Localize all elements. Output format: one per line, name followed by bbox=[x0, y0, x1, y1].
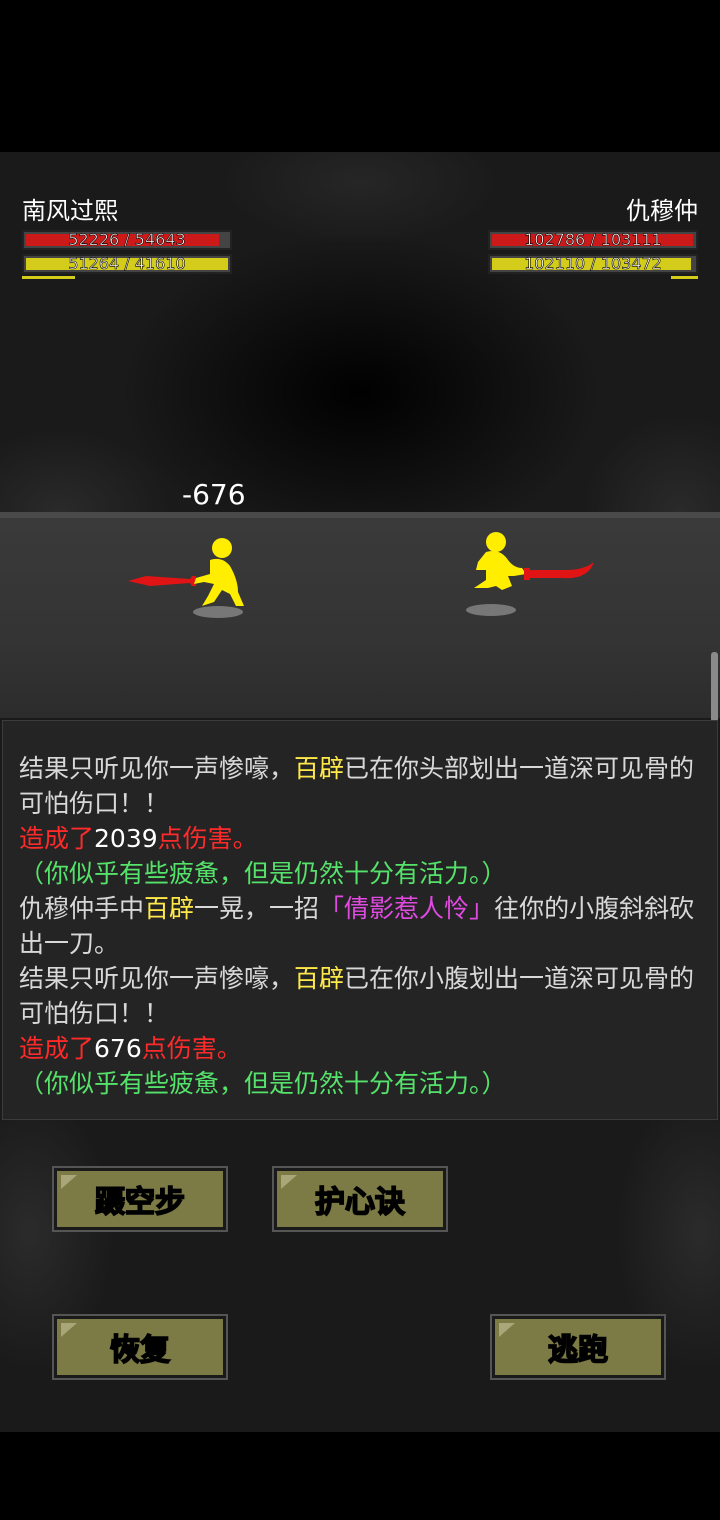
player-mp-bar: 51264 / 41610 bbox=[22, 254, 232, 274]
log-line: （你似乎有些疲惫，但是仍然十分有活力。） bbox=[19, 1066, 699, 1101]
battle-screen: 南风过熙 52226 / 54643 51264 / 41610 仇穆仲 102… bbox=[0, 0, 720, 1520]
enemy-info: 仇穆仲 102786 / 103111 102110 / 103472 bbox=[488, 196, 698, 279]
log-line: 结果只听见你一声惨嚎，百辟已在你小腹划出一道深可见骨的可怕伤口！！ bbox=[19, 961, 699, 1031]
button-corner-decoration bbox=[61, 1175, 77, 1189]
log-segment: 676 bbox=[94, 1034, 142, 1063]
log-segment: （你似乎有些疲惫，但是仍然十分有活力。） bbox=[19, 859, 507, 888]
combat-log[interactable]: 结果只听见你一声惨嚎，百辟已在你头部划出一道深可见骨的可怕伤口！！ 造成了2039… bbox=[2, 720, 718, 1120]
button-corner-decoration bbox=[61, 1323, 77, 1337]
enemy-mp-text: 102110 / 103472 bbox=[524, 254, 662, 273]
log-segment: 百辟 bbox=[144, 894, 195, 923]
log-segment: 点伤害。 bbox=[141, 1034, 242, 1063]
log-line: 造成了2039点伤害。 bbox=[19, 821, 699, 856]
log-segment: 2039 bbox=[94, 824, 158, 853]
skill-button-1[interactable]: 蹑空步 bbox=[52, 1166, 228, 1232]
log-segment: 点伤害。 bbox=[157, 824, 258, 853]
log-segment: （你似乎有些疲惫，但是仍然十分有活力。） bbox=[19, 1069, 507, 1098]
enemy-fighter-icon bbox=[474, 532, 594, 590]
log-line: （你似乎有些疲惫，但是仍然十分有活力。） bbox=[19, 856, 699, 891]
log-segment: 结果只听见你一声惨嚎， bbox=[19, 964, 295, 993]
log-line: 造成了676点伤害。 bbox=[19, 1031, 699, 1066]
player-name: 南风过熙 bbox=[22, 197, 118, 225]
player-hp-bar: 52226 / 54643 bbox=[22, 230, 232, 250]
enemy-extra-bar bbox=[670, 276, 698, 279]
skill-button-1-label: 蹑空步 bbox=[94, 1184, 186, 1221]
damage-popup: -676 bbox=[182, 478, 246, 511]
log-line: 结果只听见你一声惨嚎，百辟已在你头部划出一道深可见骨的可怕伤口！！ bbox=[19, 751, 699, 821]
log-segment: 结果只听见你一声惨嚎， bbox=[19, 754, 295, 783]
player-mp-text: 51264 / 41610 bbox=[68, 254, 186, 273]
log-segment: 造成了 bbox=[19, 824, 95, 853]
combat-log-lines: 结果只听见你一声惨嚎，百辟已在你头部划出一道深可见骨的可怕伤口！！ 造成了2039… bbox=[19, 751, 699, 1101]
button-corner-decoration bbox=[499, 1323, 515, 1337]
log-segment: 造成了 bbox=[19, 1034, 95, 1063]
battle-ground bbox=[0, 512, 720, 718]
recover-button[interactable]: 恢复 bbox=[52, 1314, 228, 1380]
enemy-name: 仇穆仲 bbox=[626, 197, 698, 225]
player-hp-text: 52226 / 54643 bbox=[68, 230, 186, 249]
enemy-sword bbox=[524, 562, 594, 580]
flee-button[interactable]: 逃跑 bbox=[490, 1314, 666, 1380]
skill-button-2[interactable]: 护心诀 bbox=[272, 1166, 448, 1232]
player-info: 南风过熙 52226 / 54643 51264 / 41610 bbox=[22, 196, 232, 279]
log-segment: 百辟 bbox=[294, 964, 345, 993]
log-line: 仇穆仲手中百辟一晃，一招「倩影惹人怜」往你的小腹斜斜砍出一刀。 bbox=[19, 891, 699, 961]
player-extra-bar bbox=[22, 276, 75, 279]
skill-button-2-label: 护心诀 bbox=[314, 1184, 406, 1221]
recover-button-label: 恢复 bbox=[109, 1332, 171, 1369]
player-sword bbox=[128, 576, 196, 586]
enemy-hp-bar: 102786 / 103111 bbox=[488, 230, 698, 250]
enemy-hp-text: 102786 / 103111 bbox=[524, 230, 662, 249]
enemy-mp-bar: 102110 / 103472 bbox=[488, 254, 698, 274]
button-corner-decoration bbox=[281, 1175, 297, 1189]
log-segment: 一晃，一招 bbox=[194, 894, 320, 923]
flee-button-label: 逃跑 bbox=[547, 1332, 609, 1369]
log-segment: 百辟 bbox=[294, 754, 345, 783]
log-segment: 「倩影惹人怜」 bbox=[319, 894, 495, 923]
log-segment: 仇穆仲手中 bbox=[19, 894, 145, 923]
player-fighter-icon bbox=[128, 538, 244, 606]
